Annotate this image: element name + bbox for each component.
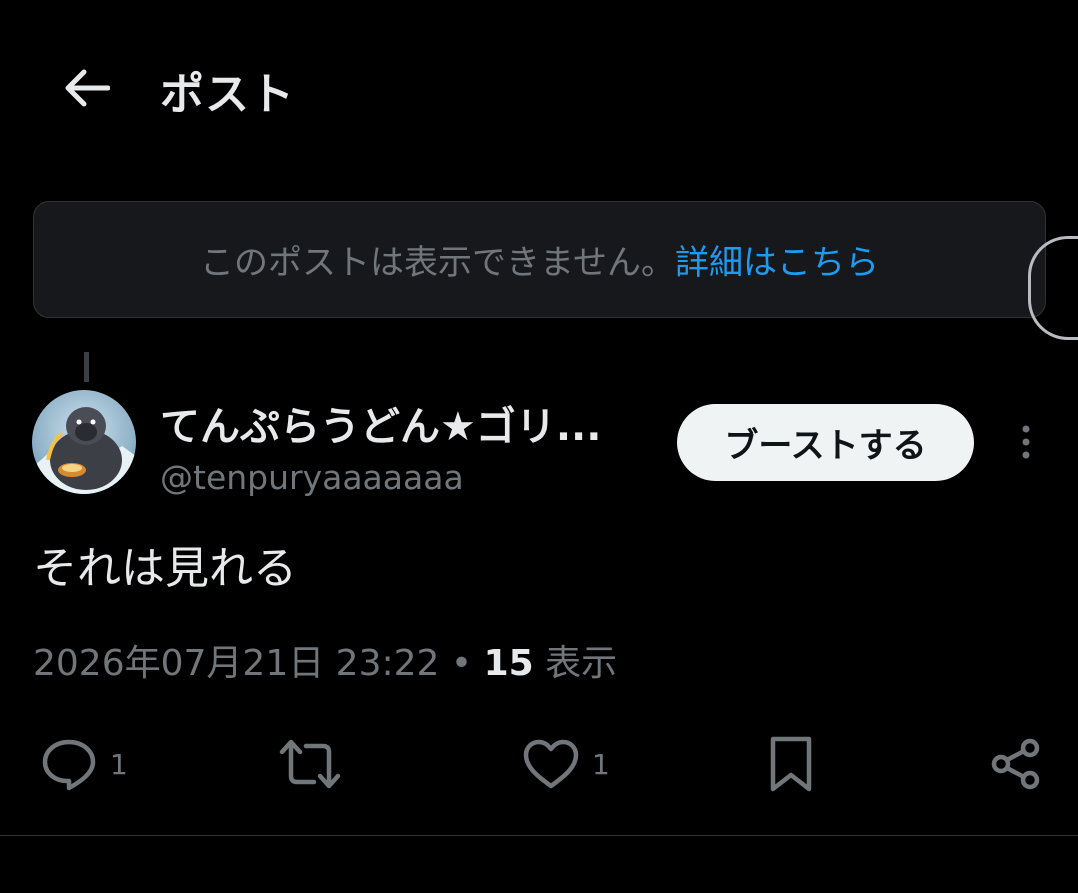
avatar[interactable]	[32, 390, 136, 494]
reply-icon	[42, 739, 96, 791]
bookmark-button[interactable]	[768, 728, 814, 800]
thread-connector-line	[84, 352, 89, 382]
views-count: 15	[483, 643, 534, 684]
like-count: 1	[592, 747, 610, 781]
post-action-bar: 1 1	[0, 728, 1078, 808]
notice-text: このポストは表示できません。	[200, 243, 675, 283]
repost-icon	[279, 739, 341, 789]
share-button[interactable]	[988, 728, 1044, 800]
unavailable-post-notice: このポストは表示できません。 詳細はこちら	[33, 201, 1046, 318]
page-title: ポスト	[160, 69, 295, 120]
top-bar: ポスト	[0, 0, 1078, 175]
post-body-text: それは見れる	[33, 543, 297, 594]
reply-button[interactable]: 1	[40, 728, 128, 800]
bottom-divider	[0, 835, 1078, 836]
post-timestamp[interactable]: 2026年07月21日 23:22	[33, 643, 439, 684]
vertical-ellipsis-icon	[1022, 425, 1030, 459]
heart-icon	[523, 739, 579, 789]
boost-button[interactable]: ブーストする	[677, 404, 974, 481]
reply-count: 1	[110, 747, 128, 781]
author-display-name[interactable]: てんぷらうどん★ゴリ...	[160, 394, 620, 452]
meta-separator: •	[439, 643, 484, 684]
bookmark-icon	[770, 736, 812, 792]
more-options-button[interactable]	[1006, 420, 1046, 464]
learn-more-link[interactable]: 詳細はこちら	[675, 235, 879, 284]
author-handle[interactable]: @tenpuryaaaaaaa	[160, 458, 464, 497]
repost-button[interactable]	[278, 728, 342, 800]
gorilla-avatar-icon	[32, 390, 136, 494]
back-button[interactable]	[56, 60, 116, 116]
views-label: 表示	[533, 643, 618, 684]
edge-handle[interactable]	[1028, 236, 1078, 340]
share-icon	[991, 738, 1040, 790]
like-button[interactable]: 1	[522, 728, 610, 800]
post-metadata: 2026年07月21日 23:22 • 15 表示	[33, 634, 617, 686]
arrow-left-icon	[65, 69, 110, 107]
